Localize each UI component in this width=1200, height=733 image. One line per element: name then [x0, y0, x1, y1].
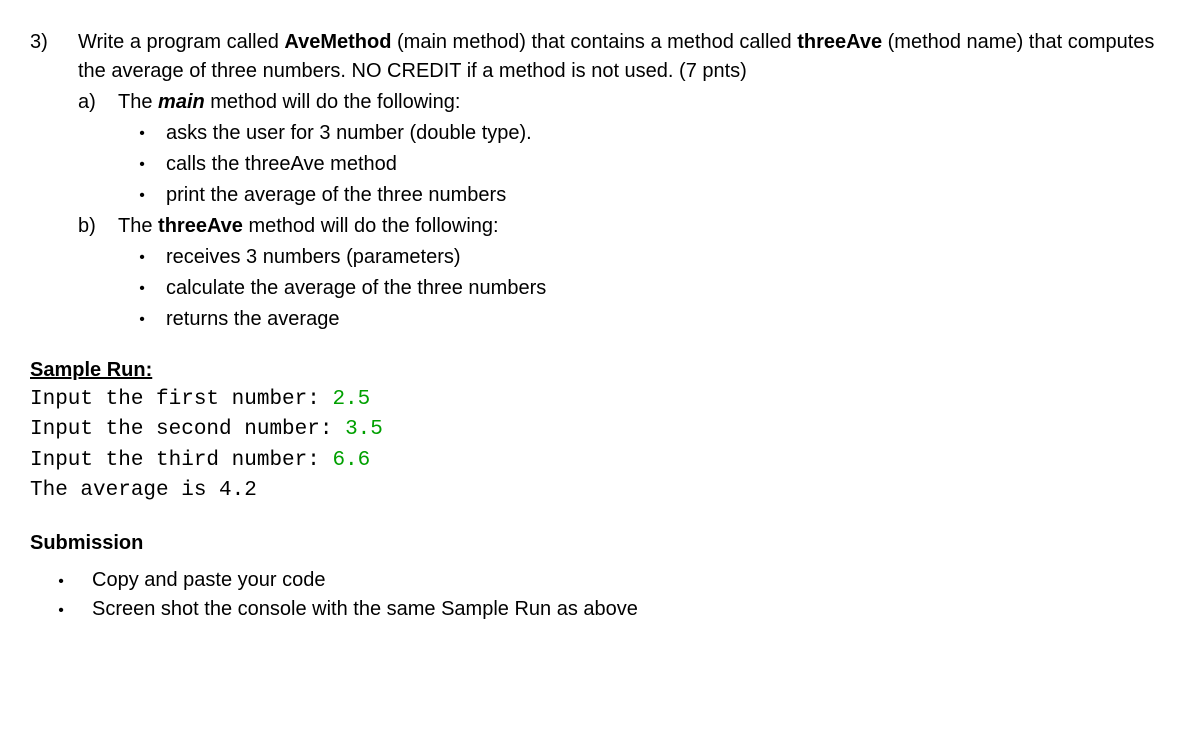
part-b-lead-pre: The [118, 215, 158, 237]
bullet-text: calculate the average of the three numbe… [166, 274, 1170, 303]
bullet-icon [118, 184, 166, 207]
part-b-lead: The threeAve method will do the followin… [118, 212, 1170, 241]
list-item: calls the threeAve method [118, 150, 1170, 179]
bullet-text: calls the threeAve method [166, 150, 1170, 179]
intro-bold-2: threeAve [797, 31, 882, 53]
bullet-icon [30, 566, 92, 595]
list-item: Screen shot the console with the same Sa… [30, 595, 1170, 624]
question-intro: Write a program called AveMethod (main m… [78, 28, 1170, 86]
bullet-text: Screen shot the console with the same Sa… [92, 595, 1170, 624]
bullet-text: asks the user for 3 number (double type)… [166, 119, 1170, 148]
sample-line-2: Input the second number: 3.5 [30, 415, 1170, 445]
sample-value-3: 6.6 [332, 449, 370, 472]
bullet-icon [118, 308, 166, 331]
document-page: 3) Write a program called AveMethod (mai… [0, 0, 1200, 654]
list-item: asks the user for 3 number (double type)… [118, 119, 1170, 148]
list-item: print the average of the three numbers [118, 181, 1170, 210]
sample-prompt-1: Input the first number: [30, 388, 332, 411]
sample-line-1: Input the first number: 2.5 [30, 385, 1170, 415]
list-item: returns the average [118, 305, 1170, 334]
part-b: b) The threeAve method will do the follo… [78, 212, 1170, 334]
part-b-lead-b: threeAve [158, 215, 243, 237]
sample-prompt-3: Input the third number: [30, 449, 332, 472]
sample-line-4: The average is 4.2 [30, 476, 1170, 506]
part-a-lead-pre: The [118, 91, 158, 113]
sample-value-2: 3.5 [345, 418, 383, 441]
bullet-icon [118, 153, 166, 176]
list-item: calculate the average of the three numbe… [118, 274, 1170, 303]
intro-text-1: Write a program called [78, 31, 284, 53]
bullet-icon [118, 277, 166, 300]
bullet-icon [118, 246, 166, 269]
part-a-lead-bi: main [158, 91, 205, 113]
sample-run-title: Sample Run: [30, 356, 1170, 385]
part-b-lead-post: method will do the following: [243, 215, 499, 237]
bullet-icon [30, 595, 92, 624]
question-block: 3) Write a program called AveMethod (mai… [30, 28, 1170, 334]
question-number: 3) [30, 28, 78, 334]
bullet-text: returns the average [166, 305, 1170, 334]
list-item: receives 3 numbers (parameters) [118, 243, 1170, 272]
part-a-label: a) [78, 88, 118, 210]
intro-bold-1: AveMethod [284, 31, 391, 53]
sample-prompt-2: Input the second number: [30, 418, 345, 441]
part-b-bullets: receives 3 numbers (parameters) calculat… [118, 243, 1170, 334]
question-body: Write a program called AveMethod (main m… [78, 28, 1170, 334]
submission-bullets: Copy and paste your code Screen shot the… [30, 566, 1170, 624]
list-item: Copy and paste your code [30, 566, 1170, 595]
bullet-icon [118, 122, 166, 145]
part-a-bullets: asks the user for 3 number (double type)… [118, 119, 1170, 210]
sample-line-3: Input the third number: 6.6 [30, 446, 1170, 476]
bullet-text: Copy and paste your code [92, 566, 1170, 595]
part-b-label: b) [78, 212, 118, 334]
intro-text-2: (main method) that contains a method cal… [391, 31, 797, 53]
sample-value-1: 2.5 [332, 388, 370, 411]
part-a: a) The main method will do the following… [78, 88, 1170, 210]
part-a-lead: The main method will do the following: [118, 88, 1170, 117]
bullet-text: receives 3 numbers (parameters) [166, 243, 1170, 272]
sample-run-block: Sample Run: Input the first number: 2.5 … [30, 356, 1170, 507]
submission-title: Submission [30, 529, 1170, 558]
part-a-lead-post: method will do the following: [205, 91, 461, 113]
bullet-text: print the average of the three numbers [166, 181, 1170, 210]
